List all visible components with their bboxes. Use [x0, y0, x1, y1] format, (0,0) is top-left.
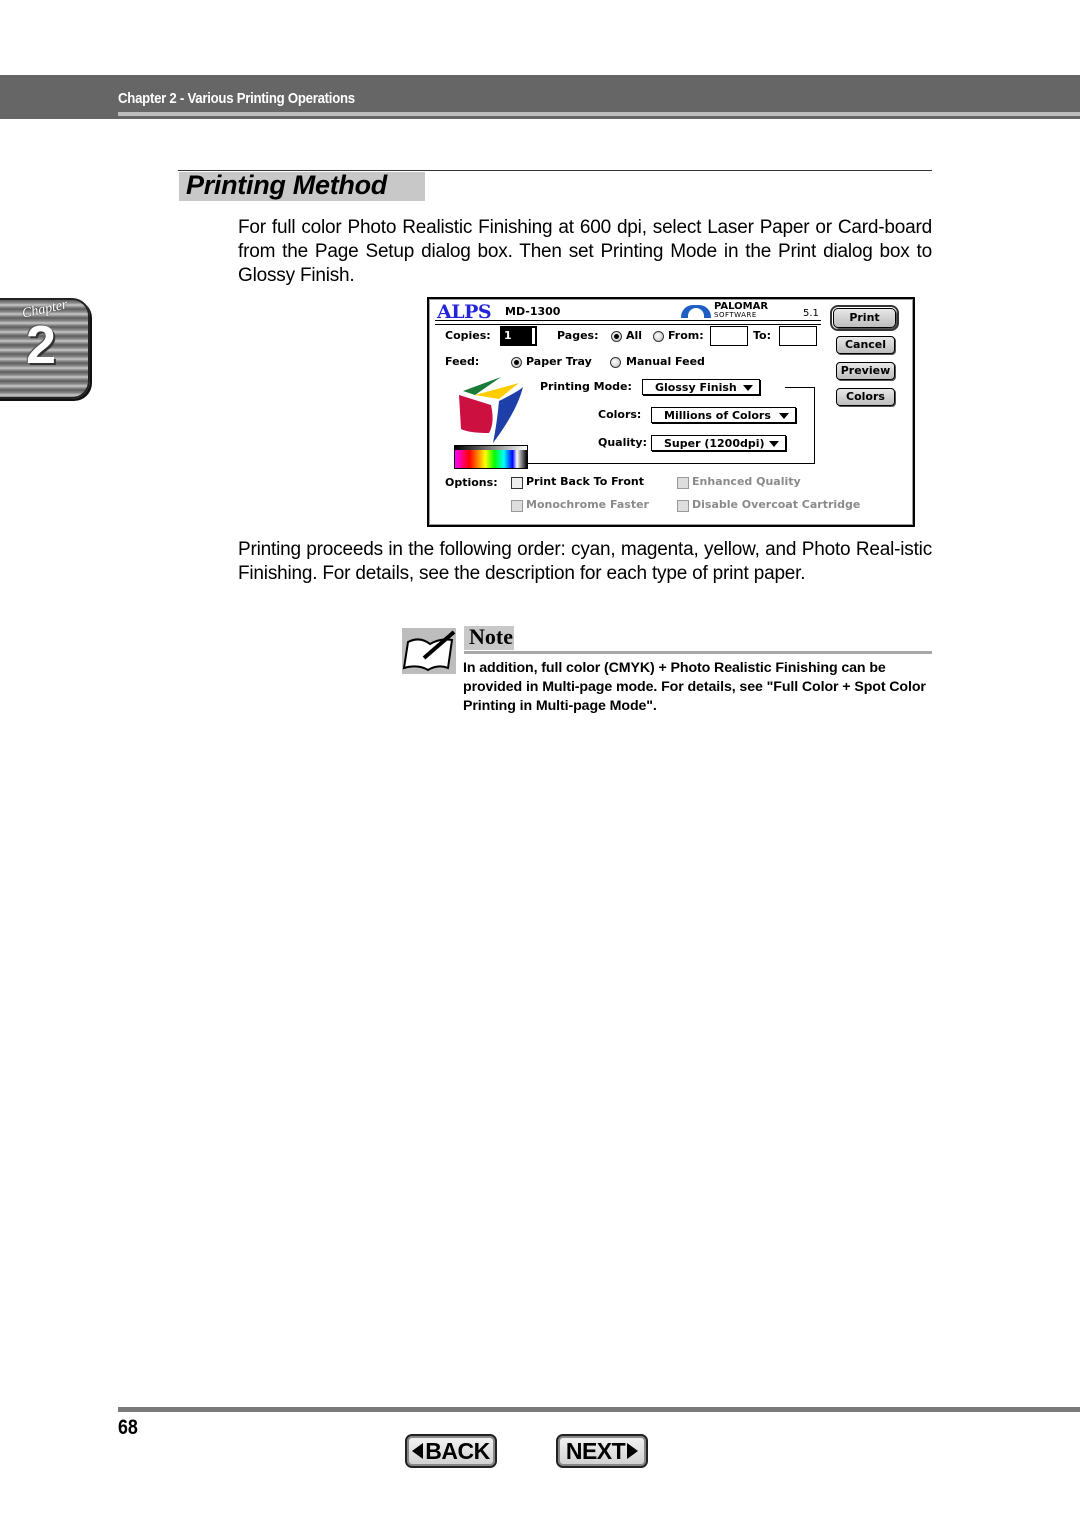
group-box-top-edge	[785, 387, 815, 388]
section-title: Printing Method	[186, 170, 387, 200]
back-button[interactable]: BACK	[405, 1434, 497, 1468]
feed-paper-tray-radio[interactable]	[511, 357, 522, 368]
disable-overcoat-label: Disable Overcoat Cartridge	[692, 498, 861, 511]
printing-mode-label: Printing Mode:	[540, 380, 632, 393]
quality-value: Super (1200dpi)	[664, 437, 765, 450]
feed-manual-label: Manual Feed	[626, 355, 705, 368]
printer-model: MD-1300	[505, 305, 561, 318]
pages-from-radio[interactable]	[653, 331, 664, 342]
print-mode-group-box	[526, 387, 815, 464]
monochrome-faster-checkbox[interactable]	[511, 500, 523, 512]
monochrome-faster-label: Monochrome Faster	[526, 498, 649, 511]
note-text: In addition, full color (CMYK) + Photo R…	[463, 660, 926, 714]
palomar-logo-icon	[681, 305, 711, 318]
pages-to-input[interactable]	[779, 326, 817, 346]
colors-value: Millions of Colors	[664, 409, 771, 422]
chevron-down-icon	[779, 413, 789, 419]
cube-red-face	[459, 395, 493, 433]
pages-all-label: All	[626, 329, 643, 342]
driver-version: 5.1	[803, 308, 819, 319]
preview-button[interactable]: Preview	[836, 362, 895, 380]
pages-from-input[interactable]	[710, 326, 748, 346]
note-label: Note	[469, 624, 513, 649]
cancel-button[interactable]: Cancel	[836, 336, 895, 354]
next-label: NEXT	[565, 1438, 626, 1464]
chevron-down-icon	[743, 385, 753, 391]
chapter-header-title: Chapter 2 - Various Printing Operations	[118, 90, 355, 107]
color-spectrum-bar	[454, 445, 528, 469]
feed-label: Feed:	[445, 355, 480, 368]
feed-manual-radio[interactable]	[610, 357, 621, 368]
palomar-software-logo: PALOMAR SOFTWARE	[714, 302, 768, 320]
chapter-tab-number: 2	[26, 315, 57, 375]
options-label: Options:	[445, 476, 498, 489]
disable-overcoat-checkbox[interactable]	[677, 500, 689, 512]
printer-cube-logo-icon	[459, 377, 523, 443]
printing-mode-popup[interactable]: Glossy Finish	[642, 379, 760, 395]
print-back-to-front-label: Print Back To Front	[526, 475, 644, 488]
colors-label: Colors:	[598, 408, 642, 421]
colors-popup[interactable]: Millions of Colors	[651, 407, 796, 423]
note-rule	[464, 651, 932, 654]
next-button[interactable]: NEXT	[556, 1434, 648, 1468]
print-dialog: ALPS MD-1300 PALOMAR SOFTWARE 5.1 Copies…	[427, 297, 915, 527]
pages-label: Pages:	[557, 329, 599, 342]
pages-from-label: From:	[668, 329, 704, 342]
print-button[interactable]: Print	[830, 305, 899, 331]
back-label: BACK	[425, 1438, 490, 1464]
copies-value: 1	[502, 328, 532, 344]
colors-button[interactable]: Colors	[836, 388, 895, 406]
printing-mode-value: Glossy Finish	[655, 381, 737, 394]
print-back-to-front-checkbox[interactable]	[511, 477, 523, 489]
pages-to-label: To:	[753, 329, 771, 342]
enhanced-quality-checkbox[interactable]	[677, 477, 689, 489]
pages-all-radio[interactable]	[611, 331, 622, 342]
copies-label: Copies:	[445, 329, 491, 342]
note-pen-book-icon	[402, 628, 456, 674]
body-paragraph-1: For full color Photo Realistic Finishing…	[238, 217, 932, 286]
arrow-left-icon	[412, 1443, 424, 1459]
copies-input[interactable]: 1	[500, 326, 537, 346]
vendor-sub: SOFTWARE	[714, 311, 757, 319]
footer-rule	[118, 1407, 1080, 1412]
header-rule	[118, 112, 1080, 116]
enhanced-quality-label: Enhanced Quality	[692, 475, 801, 488]
body-paragraph-2: Printing proceeds in the following order…	[238, 539, 932, 584]
quality-label: Quality:	[598, 436, 647, 449]
arrow-right-icon	[627, 1443, 639, 1459]
chevron-down-icon	[769, 441, 779, 447]
page-number: 68	[118, 1416, 138, 1439]
feed-paper-tray-label: Paper Tray	[526, 355, 592, 368]
quality-popup[interactable]: Super (1200dpi)	[651, 435, 786, 451]
dialog-title-rule	[435, 320, 821, 325]
